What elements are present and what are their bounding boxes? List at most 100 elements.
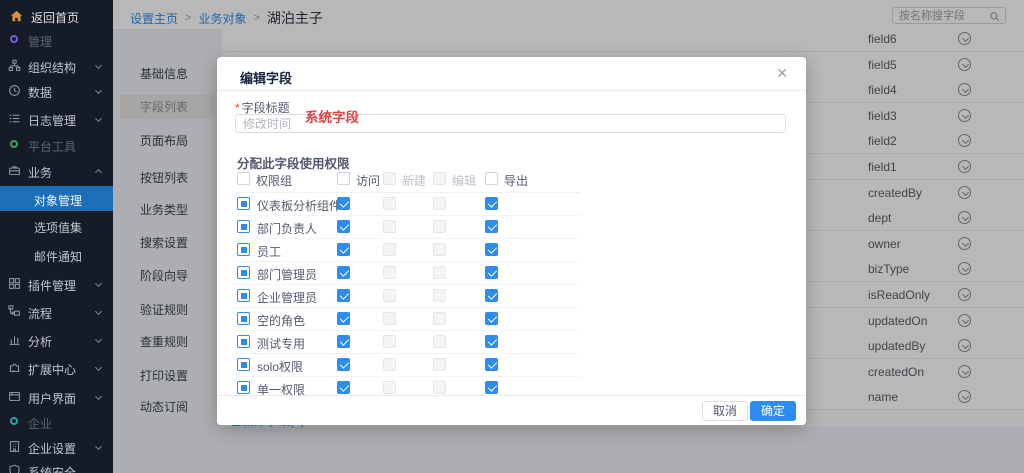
export-checkbox[interactable] (485, 335, 498, 348)
sidebar-item-label: 业务 (28, 164, 52, 181)
edit-checkbox (433, 381, 446, 394)
permission-table-header: 权限组 访问 新建 编辑 导出 (235, 168, 580, 193)
access-checkbox[interactable] (337, 266, 350, 279)
select-all-create-checkbox (383, 172, 396, 185)
access-checkbox[interactable] (337, 220, 350, 233)
sidebar-item-label: 企业 (28, 415, 52, 432)
permission-group-name: 企业管理员 (257, 289, 317, 306)
edit-checkbox (433, 312, 446, 325)
create-checkbox (383, 266, 396, 279)
sidebar-item-qiyeshezhi[interactable]: 企业设置 (0, 438, 113, 456)
sidebar-item-guanli[interactable]: 管理 (0, 31, 113, 49)
cancel-button[interactable]: 取消 (702, 401, 748, 421)
sidebar-item-label: 扩展中心 (28, 361, 76, 378)
sidebar-item-label: 插件管理 (28, 277, 76, 294)
permission-row: 员工 (235, 239, 580, 262)
group-checkbox-indeterminate[interactable] (237, 381, 250, 394)
column-header: 编辑 (452, 172, 476, 189)
select-all-export-checkbox[interactable] (485, 172, 498, 185)
permission-row: 仪表板分析组件 (235, 193, 580, 216)
edit-checkbox (433, 197, 446, 210)
sidebar-item-yonghujiemian[interactable]: 用户界面 (0, 388, 113, 406)
export-checkbox[interactable] (485, 358, 498, 371)
clock-icon (8, 84, 21, 97)
sidebar-item-chajianguanli[interactable]: 插件管理 (0, 275, 113, 293)
select-all-access-checkbox[interactable] (337, 172, 350, 185)
export-checkbox[interactable] (485, 266, 498, 279)
permission-row: 企业管理员 (235, 285, 580, 308)
group-checkbox-indeterminate[interactable] (237, 197, 250, 210)
system-field-annotation: 系统字段 (305, 106, 359, 126)
create-checkbox (383, 289, 396, 302)
permission-group-name: solo权限 (257, 358, 303, 375)
sidebar-item-kuozhanzhongxin[interactable]: 扩展中心 (0, 359, 113, 377)
chevron-down-icon (95, 336, 102, 343)
sidebar-item-pingtaigongju[interactable]: 平台工具 (0, 136, 113, 154)
group-checkbox-indeterminate[interactable] (237, 243, 250, 256)
sidebar-item-zuzhijiegou[interactable]: 组织结构 (0, 57, 113, 75)
permission-group-name: 测试专用 (257, 335, 305, 352)
chevron-down-icon (95, 443, 102, 450)
list-icon (8, 112, 21, 125)
access-checkbox[interactable] (337, 381, 350, 394)
window-icon (8, 390, 21, 403)
permission-row: 空的角色 (235, 308, 580, 331)
modal-title: 编辑字段 (240, 68, 292, 87)
group-checkbox-indeterminate[interactable] (237, 335, 250, 348)
group-checkbox-indeterminate[interactable] (237, 266, 250, 279)
sidebar-item-label: 系统安全 (28, 464, 76, 473)
sidebar-item-xitonganquan[interactable]: 系统安全 (0, 462, 113, 473)
sidebar-item-duixiangguanli-active[interactable]: 对象管理 (0, 186, 113, 211)
chevron-down-icon (95, 364, 102, 371)
sidebar-item-liucheng[interactable]: 流程 (0, 303, 113, 321)
export-checkbox[interactable] (485, 220, 498, 233)
permission-row: 测试专用 (235, 331, 580, 354)
export-checkbox[interactable] (485, 243, 498, 256)
sidebar-item-youjiantongzhi[interactable]: 邮件通知 (0, 246, 113, 264)
export-checkbox[interactable] (485, 381, 498, 394)
group-checkbox-indeterminate[interactable] (237, 220, 250, 233)
column-header: 访问 (356, 172, 380, 189)
sidebar-item-yewu[interactable]: 业务 (0, 162, 113, 180)
export-checkbox[interactable] (485, 197, 498, 210)
permission-group-name: 员工 (257, 243, 281, 260)
ring-icon (10, 140, 18, 148)
sidebar-home-button[interactable]: 返回首页 (0, 4, 113, 28)
close-icon[interactable]: ✕ (776, 65, 788, 82)
sidebar-item-label: 平台工具 (28, 138, 76, 155)
access-checkbox[interactable] (337, 243, 350, 256)
chevron-up-icon (95, 169, 102, 176)
grid-icon (8, 277, 21, 290)
create-checkbox (383, 243, 396, 256)
chevron-down-icon (95, 115, 102, 122)
create-checkbox (383, 312, 396, 325)
ok-button[interactable]: 确定 (750, 401, 796, 421)
sidebar-item-label: 对象管理 (34, 192, 82, 209)
create-checkbox (383, 335, 396, 348)
permission-group-name: 空的角色 (257, 312, 305, 329)
access-checkbox[interactable] (337, 289, 350, 302)
sidebar-item-label: 分析 (28, 333, 52, 350)
edit-checkbox (433, 358, 446, 371)
export-checkbox[interactable] (485, 289, 498, 302)
access-checkbox[interactable] (337, 335, 350, 348)
flow-icon (8, 305, 21, 318)
group-checkbox-indeterminate[interactable] (237, 312, 250, 325)
select-all-groups-checkbox[interactable] (237, 172, 250, 185)
sidebar-item-shuju[interactable]: 数据 (0, 82, 113, 100)
home-icon (9, 9, 24, 27)
sidebar: 返回首页 管理 组织结构 数据 日志管理 平台工具 业务 (0, 0, 113, 473)
access-checkbox[interactable] (337, 358, 350, 371)
access-checkbox[interactable] (337, 197, 350, 210)
puzzle-icon (8, 361, 21, 374)
group-checkbox-indeterminate[interactable] (237, 289, 250, 302)
sidebar-item-fenxi[interactable]: 分析 (0, 331, 113, 349)
sidebar-item-xuanxiangzhiji[interactable]: 选项值集 (0, 217, 113, 235)
sidebar-home-label: 返回首页 (31, 9, 79, 26)
chart-icon (8, 333, 21, 346)
sidebar-item-rizhiguanli[interactable]: 日志管理 (0, 110, 113, 128)
access-checkbox[interactable] (337, 312, 350, 325)
sidebar-item-qiye[interactable]: 企业 (0, 413, 113, 431)
export-checkbox[interactable] (485, 312, 498, 325)
group-checkbox-indeterminate[interactable] (237, 358, 250, 371)
